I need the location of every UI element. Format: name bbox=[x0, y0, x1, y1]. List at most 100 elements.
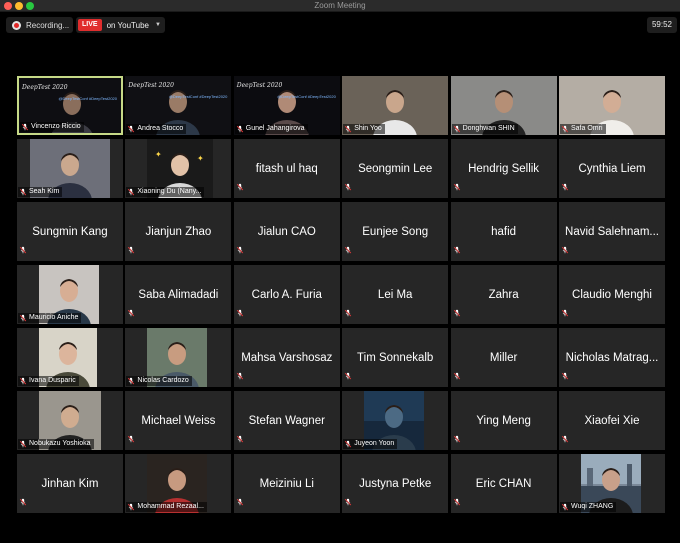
participant-tile[interactable]: Navid Salehnam... bbox=[559, 202, 665, 261]
participant-tile[interactable]: Michael Weiss bbox=[125, 391, 232, 450]
participant-tile[interactable]: Stefan Wagner bbox=[233, 391, 340, 450]
participant-tile[interactable]: Eunjee Song bbox=[342, 202, 449, 261]
participant-name: Jianjun Zhao bbox=[145, 225, 212, 238]
participant-tile[interactable]: Xiaofei Xie bbox=[559, 391, 665, 450]
participant-tile[interactable]: Carlo A. Furia bbox=[233, 265, 340, 324]
muted-mic-icon bbox=[453, 125, 463, 133]
participant-label: Mauricio Aniche bbox=[18, 313, 82, 323]
live-stream-menu[interactable]: LIVE on YouTube ▼ bbox=[76, 17, 165, 33]
participant-tile[interactable]: DeepTest 2020 @DeepTestConf #DeepTest2020… bbox=[233, 76, 340, 135]
muted-mic-icon bbox=[21, 123, 31, 131]
participant-tile[interactable]: Shin Yoo bbox=[342, 76, 449, 135]
participant-name: Seongmin Lee bbox=[358, 162, 433, 175]
participant-label: Seah Kim bbox=[18, 187, 63, 197]
participant-tile[interactable]: ✦ ✦ Xiaoning Du (Nany... bbox=[125, 139, 232, 198]
participant-name: Meiziniu Li bbox=[259, 477, 314, 490]
participant-tile[interactable]: Seah Kim bbox=[17, 139, 123, 198]
participant-tile[interactable]: DeepTest 2020 @DeepTestConf #DeepTest2020… bbox=[125, 76, 232, 135]
participant-tile[interactable]: Sungmin Kang bbox=[17, 202, 123, 261]
participant-tile[interactable]: Nicolas Cardozo bbox=[125, 328, 232, 387]
participant-tile[interactable]: DeepTest 2020 @DeepTestConf #DeepTest2020… bbox=[17, 76, 123, 135]
participant-tile[interactable]: fitash ul haq bbox=[233, 139, 340, 198]
participant-tile[interactable]: hafid bbox=[450, 202, 557, 261]
participant-name: Safa Omri bbox=[571, 125, 603, 132]
svg-text:✦: ✦ bbox=[155, 150, 162, 159]
muted-mic-icon bbox=[344, 493, 354, 511]
muted-mic-icon bbox=[236, 493, 246, 511]
muted-mic-icon bbox=[127, 430, 137, 448]
participant-tile[interactable]: Justyna Petke bbox=[342, 454, 449, 513]
muted-mic-icon bbox=[236, 178, 246, 196]
participant-tile[interactable]: Nobukazu Yoshioka bbox=[17, 391, 123, 450]
muted-mic-icon bbox=[127, 125, 137, 133]
participant-tile[interactable]: Jinhan Kim bbox=[17, 454, 123, 513]
muted-mic-icon bbox=[453, 241, 463, 259]
muted-mic-icon bbox=[236, 304, 246, 322]
muted-mic-icon bbox=[19, 314, 29, 322]
participant-name: Stefan Wagner bbox=[248, 414, 325, 427]
participant-tile[interactable]: Ivana Dusparic bbox=[17, 328, 123, 387]
participant-name: Lei Ma bbox=[377, 288, 413, 301]
window-title: Zoom Meeting bbox=[314, 1, 366, 10]
participant-name: Claudio Menghi bbox=[572, 288, 652, 301]
muted-mic-icon bbox=[19, 493, 29, 511]
participant-tile[interactable]: Eric CHAN bbox=[450, 454, 557, 513]
participant-tile[interactable]: Jialun CAO bbox=[233, 202, 340, 261]
participant-name: fitash ul haq bbox=[255, 162, 318, 175]
muted-mic-icon bbox=[19, 440, 29, 448]
participant-tile[interactable]: Lei Ma bbox=[342, 265, 449, 324]
participant-label: Juyeon Yoon bbox=[343, 439, 398, 449]
participant-label: Shin Yoo bbox=[343, 124, 385, 134]
muted-mic-icon bbox=[453, 367, 463, 385]
participant-tile[interactable]: Seongmin Lee bbox=[342, 139, 449, 198]
gallery-grid: DeepTest 2020 @DeepTestConf #DeepTest2020… bbox=[17, 76, 665, 513]
muted-mic-icon bbox=[19, 188, 29, 196]
participant-name: Donghwan SHIN bbox=[462, 125, 515, 132]
deeptest-logo: DeepTest 2020 bbox=[22, 84, 68, 91]
participant-name: Wuqi ZHANG bbox=[571, 503, 614, 510]
participant-label: Nicolas Cardozo bbox=[126, 376, 192, 386]
muted-mic-icon bbox=[236, 241, 246, 259]
participant-tile[interactable]: Mahsa Varshosaz bbox=[233, 328, 340, 387]
conference-handle: @DeepTestConf #DeepTest2020 bbox=[277, 94, 336, 99]
muted-mic-icon bbox=[19, 377, 29, 385]
participant-tile[interactable]: Juyeon Yoon bbox=[342, 391, 449, 450]
participant-name: Nicolas Cardozo bbox=[137, 377, 189, 384]
participant-tile[interactable]: Claudio Menghi bbox=[559, 265, 665, 324]
participant-tile[interactable]: Meiziniu Li bbox=[233, 454, 340, 513]
participant-tile[interactable]: Mauricio Aniche bbox=[17, 265, 123, 324]
participant-tile[interactable]: Hendrig Sellik bbox=[450, 139, 557, 198]
participant-name: Xiaoning Du (Nany... bbox=[137, 188, 202, 195]
muted-mic-icon bbox=[344, 440, 354, 448]
participant-name: Ivana Dusparic bbox=[29, 377, 76, 384]
participant-name: Mohammad Rezaal... bbox=[137, 503, 204, 510]
participant-label: Andrea Stocco bbox=[126, 124, 187, 134]
muted-mic-icon bbox=[127, 503, 137, 511]
participant-tile[interactable]: Safa Omri bbox=[559, 76, 665, 135]
muted-mic-icon bbox=[561, 430, 571, 448]
recording-indicator[interactable]: Recording... bbox=[6, 17, 73, 33]
participant-tile[interactable]: Cynthia Liem bbox=[559, 139, 665, 198]
live-target-label: on YouTube bbox=[106, 20, 149, 30]
participant-tile[interactable]: Jianjun Zhao bbox=[125, 202, 232, 261]
participant-tile[interactable]: Wuqi ZHANG bbox=[559, 454, 665, 513]
participant-name: Ying Meng bbox=[476, 414, 531, 427]
muted-mic-icon bbox=[561, 178, 571, 196]
participant-name: Seah Kim bbox=[29, 188, 60, 195]
participant-name: Carlo A. Furia bbox=[251, 288, 322, 301]
muted-mic-icon bbox=[561, 304, 571, 322]
participant-tile[interactable]: Nicholas Matrag... bbox=[559, 328, 665, 387]
participant-name: Eric CHAN bbox=[475, 477, 532, 490]
participant-name: Nobukazu Yoshioka bbox=[29, 440, 91, 447]
participant-tile[interactable]: Saba Alimadadi bbox=[125, 265, 232, 324]
participant-tile[interactable]: Miller bbox=[450, 328, 557, 387]
muted-mic-icon bbox=[344, 178, 354, 196]
participant-label: Gunel Jahangirova bbox=[234, 124, 308, 134]
participant-tile[interactable]: Donghwan SHIN bbox=[450, 76, 557, 135]
participant-tile[interactable]: Ying Meng bbox=[450, 391, 557, 450]
participant-tile[interactable]: Zahra bbox=[450, 265, 557, 324]
participant-tile[interactable]: Mohammad Rezaal... bbox=[125, 454, 232, 513]
participant-tile[interactable]: Tim Sonnekalb bbox=[342, 328, 449, 387]
participant-name: Mauricio Aniche bbox=[29, 314, 79, 321]
muted-mic-icon bbox=[561, 367, 571, 385]
